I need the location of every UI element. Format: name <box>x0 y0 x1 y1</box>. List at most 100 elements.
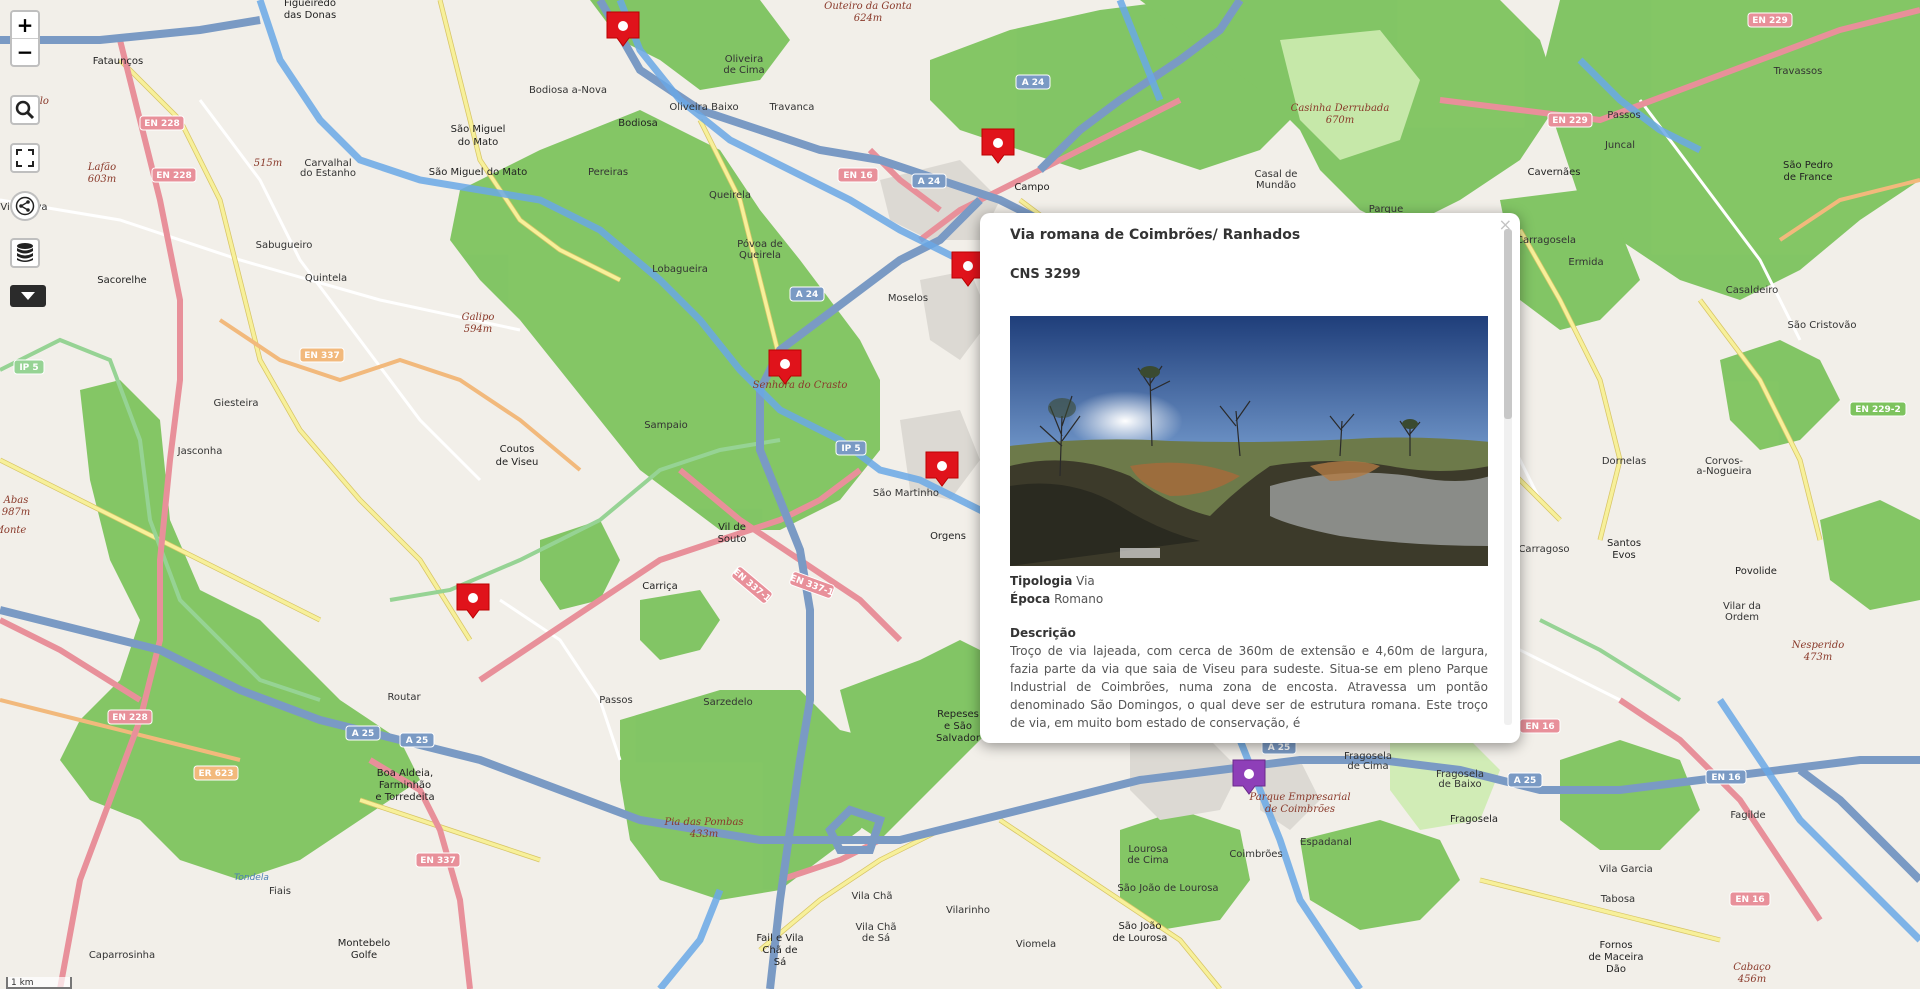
shield-en337: EN 337 <box>299 347 345 363</box>
label-cabaco: Cabaço <box>1733 962 1771 973</box>
label-sao-miguel: São Miguel <box>451 124 506 135</box>
label-viomela: Viomela <box>1016 939 1056 950</box>
label-vilarinho: Vilarinho <box>946 905 990 916</box>
svg-text:EN 228: EN 228 <box>144 119 180 129</box>
shield-en229: EN 229 <box>1547 112 1593 128</box>
shield-en16-b: EN 16 <box>1519 718 1561 734</box>
label-sao-cristovao: São Cristovão <box>1787 320 1856 331</box>
dropdown-button[interactable] <box>10 285 46 307</box>
label-casaldeiro: Casaldeiro <box>1726 285 1779 296</box>
layers-button[interactable] <box>10 238 40 268</box>
label-alt515: 515m <box>254 158 283 169</box>
search-button[interactable] <box>10 95 40 125</box>
label-alt603: 603m <box>88 174 117 185</box>
label-sao-martinho: São Martinho <box>873 488 939 499</box>
shield-ip5-b: IP 5 <box>835 440 867 456</box>
label-alt473: 473m <box>1803 652 1833 663</box>
label-vila-cha-2: Vila Chã <box>856 922 897 933</box>
shield-en229-top: EN 229 <box>1747 12 1793 28</box>
svg-text:A 25: A 25 <box>352 729 375 739</box>
label-pia-pombas: Pia das Pombas <box>663 817 743 828</box>
panorama-image[interactable] <box>1010 316 1488 566</box>
label-de-lourosa: de Lourosa <box>1113 933 1168 944</box>
label-coutos-de-viseu: de Viseu <box>496 457 539 468</box>
svg-text:IP 5: IP 5 <box>841 444 860 454</box>
label-sao-joao-lourosa: São João de Lourosa <box>1117 883 1218 894</box>
shield-en16-c: EN 16 <box>1705 769 1747 785</box>
label-dornelas: Dornelas <box>1602 456 1646 467</box>
label-fiais: Fiais <box>269 886 291 897</box>
label-carragoso: Carragoso <box>1518 544 1569 555</box>
shield-a25-d: A 25 <box>1507 772 1543 788</box>
svg-text:A 24: A 24 <box>918 177 941 187</box>
label-vilar: Vilar da <box>1723 601 1761 612</box>
layers-icon <box>17 243 33 262</box>
label-fornos: Fornos <box>1599 940 1632 951</box>
popup-scrollbar[interactable] <box>1504 229 1512 725</box>
label-boa-aldeia: Boa Aldeia, <box>377 768 434 779</box>
svg-text:A 25: A 25 <box>1514 776 1537 786</box>
info-popup: × Via romana de Coimbrões/ Ranhados CNS … <box>980 213 1520 743</box>
label-passos: Passos <box>1607 110 1640 121</box>
fullscreen-button[interactable] <box>10 143 40 173</box>
label-lafao: Lafão <box>87 162 116 173</box>
label-jasconha: Jasconha <box>177 446 223 457</box>
zoom-out-button[interactable]: − <box>12 38 38 64</box>
label-do-estanho: do Estanho <box>300 168 356 179</box>
label-monte: Monte <box>0 525 26 536</box>
label-galipo: Galipo <box>462 312 495 323</box>
svg-text:EN 228: EN 228 <box>112 713 148 723</box>
shield-en337-b: EN 337 <box>415 852 461 868</box>
shield-en228-b: EN 228 <box>151 167 197 183</box>
label-routar: Routar <box>387 692 421 703</box>
label-parque-empresarial: Parque Empresarial <box>1248 792 1350 803</box>
label-fataucos: Fataunços <box>93 56 144 67</box>
zoom-in-button[interactable]: + <box>12 12 38 38</box>
label-alt456: 456m <box>1737 974 1767 985</box>
label-fagilde: Fagilde <box>1730 810 1765 821</box>
label-alt624: 624m <box>854 13 883 24</box>
label-alt433: 433m <box>689 829 719 840</box>
map-canvas[interactable]: Figueiredo das Donas Outeiro da Gonta 62… <box>0 0 1920 989</box>
descricao-text: Troço de via lajeada, com cerca de 360m … <box>1010 644 1488 729</box>
label-das-donas: das Donas <box>284 10 336 21</box>
descricao-label: Descrição <box>1010 626 1076 640</box>
label-vila-garcia: Vila Garcia <box>1599 864 1653 875</box>
popup-content[interactable]: Via romana de Coimbrões/ Ranhados CNS 32… <box>1010 227 1488 729</box>
label-fail: Fail e Vila <box>756 933 803 944</box>
label-travanca: Travanca <box>769 102 815 113</box>
label-ordem: Ordem <box>1725 612 1759 623</box>
label-senhora-castro: Senhora do Crasto <box>753 380 848 391</box>
svg-text:EN 16: EN 16 <box>843 171 872 181</box>
label-sa: Sá <box>774 956 786 968</box>
label-fragosela-de-cima: de Cima <box>1347 761 1388 772</box>
svg-text:EN 229: EN 229 <box>1552 116 1588 126</box>
label-vila-cha-de-sa: de Sá <box>862 932 890 944</box>
label-alt987: 987m <box>2 507 31 518</box>
svg-text:EN 337: EN 337 <box>420 856 456 866</box>
label-sarzedelo: Sarzedelo <box>703 697 752 708</box>
label-repeses: Repeses <box>937 709 979 720</box>
label-juncal: Juncal <box>1604 140 1635 151</box>
fullscreen-icon <box>16 149 34 167</box>
label-sampaio: Sampaio <box>644 420 688 431</box>
popup-cns: CNS 3299 <box>1010 267 1081 282</box>
label-santos: Santos <box>1607 538 1641 549</box>
label-moselos: Moselos <box>888 293 928 304</box>
label-povoa: Póvoa de <box>737 238 783 250</box>
label-ermida: Ermida <box>1568 257 1603 268</box>
label-a-nogueira: a-Nogueira <box>1696 466 1751 477</box>
label-coimbroes: Coimbrões <box>1229 849 1282 860</box>
label-fragosela: Fragosela <box>1450 814 1498 825</box>
share-button[interactable] <box>10 191 40 221</box>
label-espadanal: Espadanal <box>1300 837 1352 848</box>
label-abas: Abas <box>3 495 29 506</box>
label-farminhao: Farminhão <box>379 780 431 791</box>
popup-scrollbar-thumb[interactable] <box>1504 229 1512 419</box>
label-e-sao: e São <box>944 721 972 732</box>
shield-en229-2: EN 229-2 <box>1849 401 1907 417</box>
label-de-maceira: de Maceira <box>1588 952 1643 963</box>
label-sabugueiro: Sabugueiro <box>256 240 313 251</box>
shield-er623: ER 623 <box>193 765 239 781</box>
svg-text:EN 16: EN 16 <box>1711 773 1740 783</box>
